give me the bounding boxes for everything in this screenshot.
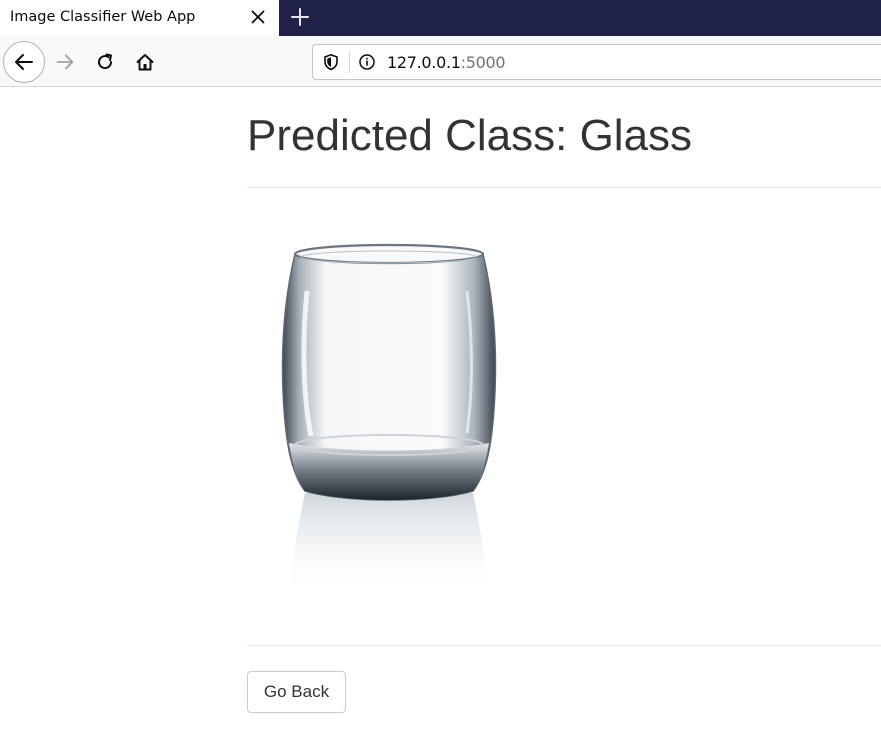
navigation-toolbar: 127.0.0.1:5000 bbox=[0, 36, 881, 87]
divider bbox=[247, 645, 881, 646]
home-button[interactable] bbox=[130, 47, 160, 77]
page-title: Predicted Class: Glass bbox=[247, 111, 693, 160]
address-bar[interactable]: 127.0.0.1:5000 bbox=[312, 44, 881, 80]
go-back-button[interactable]: Go Back bbox=[247, 671, 346, 713]
plus-icon[interactable] bbox=[288, 5, 312, 29]
shield-icon[interactable] bbox=[322, 53, 340, 71]
home-icon bbox=[136, 54, 154, 71]
url-text[interactable]: 127.0.0.1:5000 bbox=[387, 53, 506, 72]
back-button[interactable] bbox=[3, 41, 45, 83]
info-icon[interactable] bbox=[358, 53, 376, 71]
browser-tab[interactable]: Image Classifier Web App bbox=[0, 0, 279, 36]
divider bbox=[247, 187, 881, 188]
reload-icon bbox=[98, 53, 113, 70]
reload-button[interactable] bbox=[90, 47, 120, 77]
url-port: :5000 bbox=[460, 53, 506, 72]
url-separator bbox=[349, 51, 350, 73]
uploaded-image bbox=[281, 243, 497, 596]
tab-title: Image Classifier Web App bbox=[10, 9, 196, 25]
close-icon[interactable] bbox=[249, 8, 267, 26]
arrow-left-icon bbox=[15, 54, 33, 70]
forward-button[interactable] bbox=[50, 47, 80, 77]
arrow-right-icon bbox=[56, 54, 74, 70]
tab-strip: Image Classifier Web App bbox=[0, 0, 881, 36]
url-host: 127.0.0.1 bbox=[387, 53, 461, 72]
